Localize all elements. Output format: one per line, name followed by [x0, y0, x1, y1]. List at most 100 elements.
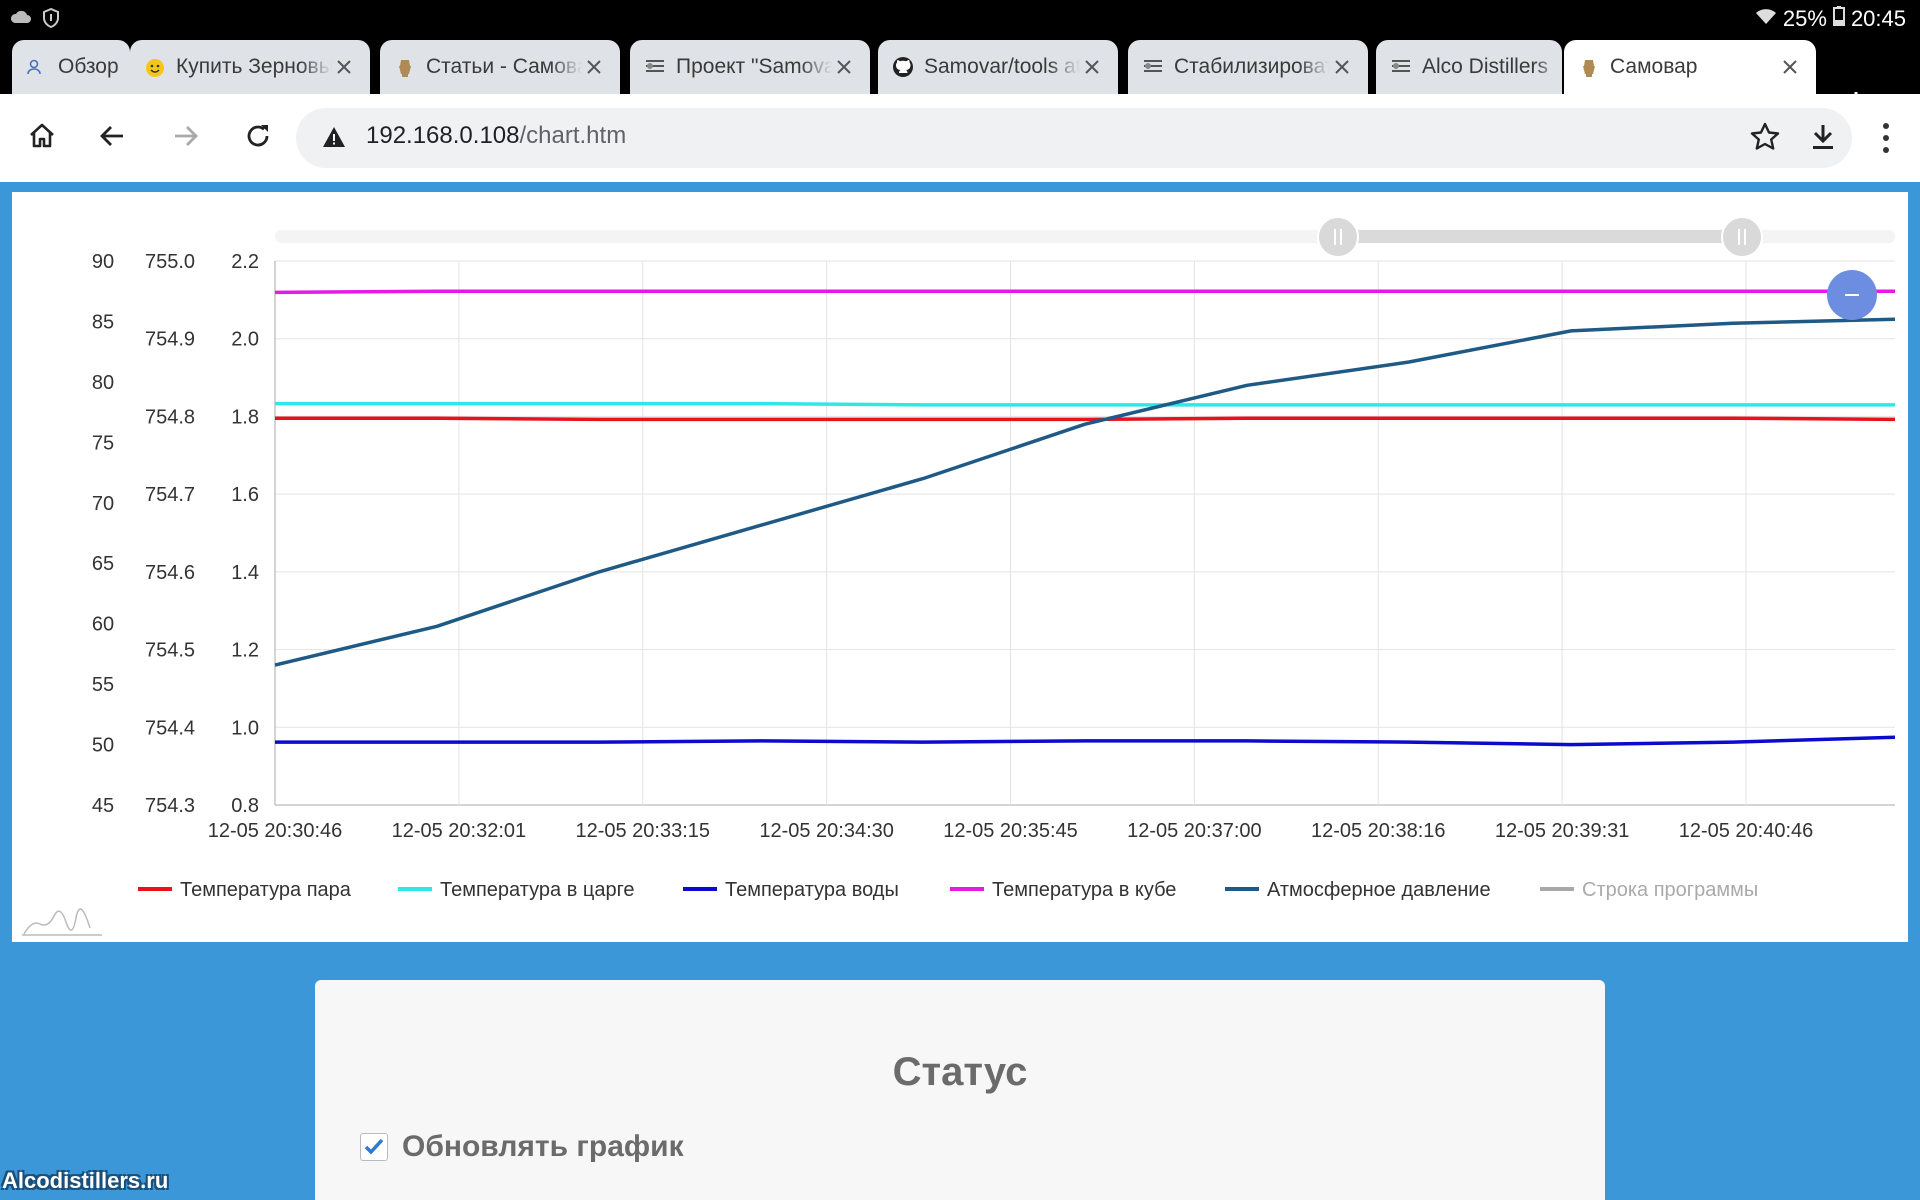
forward-button[interactable]	[162, 114, 210, 162]
battery-icon	[1832, 6, 1845, 32]
legend-item[interactable]: Температура пара	[138, 879, 352, 901]
close-icon[interactable]	[332, 55, 356, 79]
update-chart-checkbox-row[interactable]: Обновлять график	[360, 1130, 684, 1164]
tab-github[interactable]: Samovar/tools at	[878, 40, 1118, 94]
update-chart-checkbox[interactable]	[360, 1133, 388, 1161]
legend-item[interactable]: Строка программы	[1540, 879, 1758, 901]
close-icon[interactable]	[1778, 55, 1802, 79]
download-icon[interactable]	[1806, 120, 1840, 159]
y-tick-label: 50	[92, 735, 114, 757]
legend-item[interactable]: Температура в царге	[398, 879, 635, 901]
emoji-icon	[144, 56, 166, 78]
tab-title: Стабилизировать	[1174, 55, 1330, 78]
series-line	[274, 289, 1895, 295]
status-card: Статус Обновлять график	[315, 980, 1605, 1200]
y-tick-label: 1.2	[231, 640, 259, 662]
more-menu-button[interactable]	[1874, 114, 1898, 162]
series-line	[275, 416, 1896, 422]
x-tick-label: 12-05 20:34:30	[759, 820, 894, 842]
tab-title: Обзор	[58, 55, 119, 78]
tab-title: Купить Зерновые	[176, 55, 332, 78]
legend-item[interactable]: Температура воды	[683, 879, 899, 901]
navigator-selected-range[interactable]	[1338, 230, 1746, 243]
close-icon[interactable]	[1330, 55, 1354, 79]
y-tick-label: 2.0	[231, 329, 259, 351]
android-status-bar: 25% 20:45	[0, 0, 1920, 37]
tab-kupit[interactable]: Купить Зерновые	[130, 40, 370, 94]
forum-icon	[1390, 56, 1412, 78]
legend-label: Температура в кубе	[992, 879, 1176, 901]
range-navigator[interactable]	[275, 216, 1895, 258]
y-tick-label: 90	[92, 251, 114, 273]
samovar-icon	[1578, 56, 1600, 78]
legend-item[interactable]: Температура в кубе	[950, 879, 1176, 901]
y-tick-label: 1.6	[231, 484, 259, 506]
series-line	[275, 401, 1895, 407]
bookmark-star-icon[interactable]	[1748, 120, 1782, 159]
tab-title: Самовар	[1610, 55, 1698, 78]
x-tick-label: 12-05 20:38:16	[1311, 820, 1446, 842]
y-tick-label: 1.4	[231, 562, 259, 584]
url-host: 192.168.0.108	[366, 122, 520, 149]
y-tick-label: 754.8	[145, 406, 195, 428]
tab-title: Статьи - Самовар	[426, 55, 582, 78]
tab-proekt-samovar[interactable]: Проект "Samovar"	[630, 40, 870, 94]
url-path: /chart.htm	[519, 122, 627, 149]
back-button[interactable]	[88, 114, 136, 162]
y-tick-label: 70	[92, 493, 114, 515]
forum-icon	[1142, 56, 1164, 78]
y-tick-label: 754.5	[145, 640, 195, 662]
y-tick-label: 754.7	[145, 484, 195, 506]
users-icon	[26, 56, 48, 78]
home-button[interactable]	[18, 114, 66, 162]
y-tick-label: 754.6	[145, 562, 195, 584]
tab-stati[interactable]: Статьи - Самовар	[380, 40, 620, 94]
site-watermark: Alcodistillers.ru	[2, 1168, 169, 1193]
address-bar[interactable]: 192.168.0.108/chart.htm	[296, 108, 1852, 168]
navigator-right-handle[interactable]	[1721, 216, 1763, 258]
y-tick-label: 1.0	[231, 717, 259, 739]
y-tick-label: 55	[92, 674, 114, 696]
legend-label: Температура воды	[725, 879, 899, 901]
reload-button[interactable]	[234, 114, 282, 162]
close-icon[interactable]	[1080, 55, 1104, 79]
y-tick-label: 754.4	[145, 717, 195, 739]
y-tick-label: 1.8	[231, 406, 259, 428]
zoom-out-button[interactable]	[1827, 270, 1877, 320]
x-tick-label: 12-05 20:33:15	[575, 820, 710, 842]
tab-samovar-active[interactable]: Самовар	[1564, 40, 1816, 94]
chart-axes: 12-05 20:30:46 12-05 20:32:01 12-05 20:33:…	[92, 251, 1813, 842]
y-tick-label: 80	[92, 372, 114, 394]
series-line	[275, 735, 1896, 747]
chart-panel: 12-05 20:30:46 12-05 20:32:01 12-05 20:33:…	[12, 192, 1908, 942]
status-title: Статус	[892, 1050, 1028, 1094]
warning-icon[interactable]	[322, 126, 346, 153]
x-tick-label: 12-05 20:35:45	[943, 820, 1078, 842]
legend-label: Строка программы	[1582, 879, 1758, 901]
y-tick-label: 65	[92, 553, 114, 575]
legend-item[interactable]: Атмосферное давление	[1225, 879, 1491, 901]
reload-icon	[243, 121, 273, 156]
update-chart-label: Обновлять график	[402, 1130, 684, 1163]
wifi-icon	[1755, 6, 1777, 32]
tab-obzor[interactable]: Обзор	[12, 40, 130, 94]
clock: 20:45	[1850, 6, 1906, 31]
url-text: 192.168.0.108/chart.htm	[366, 122, 626, 150]
y-tick-label: 60	[92, 614, 114, 636]
battery-percent: 25%	[1782, 6, 1827, 31]
chart-legend[interactable]: Температура пара Температура в царге Темпе…	[138, 879, 1758, 901]
forum-icon	[644, 56, 666, 78]
navigator-left-handle[interactable]	[1317, 216, 1359, 258]
series-line	[274, 317, 1896, 667]
github-icon	[892, 56, 914, 78]
tab-title: Samovar/tools at	[924, 55, 1080, 78]
y-tick-label: 75	[92, 432, 114, 454]
x-tick-label: 12-05 20:40:46	[1679, 820, 1814, 842]
y-tick-label: 85	[92, 311, 114, 333]
tab-stabilizirovat[interactable]: Стабилизировать	[1128, 40, 1368, 94]
close-icon[interactable]	[832, 55, 856, 79]
y-tick-label: 755.0	[145, 251, 195, 273]
chart-grid	[274, 260, 1895, 806]
close-icon[interactable]	[582, 55, 606, 79]
tab-alco-distillers[interactable]: Alco Distillers	[1376, 40, 1562, 94]
